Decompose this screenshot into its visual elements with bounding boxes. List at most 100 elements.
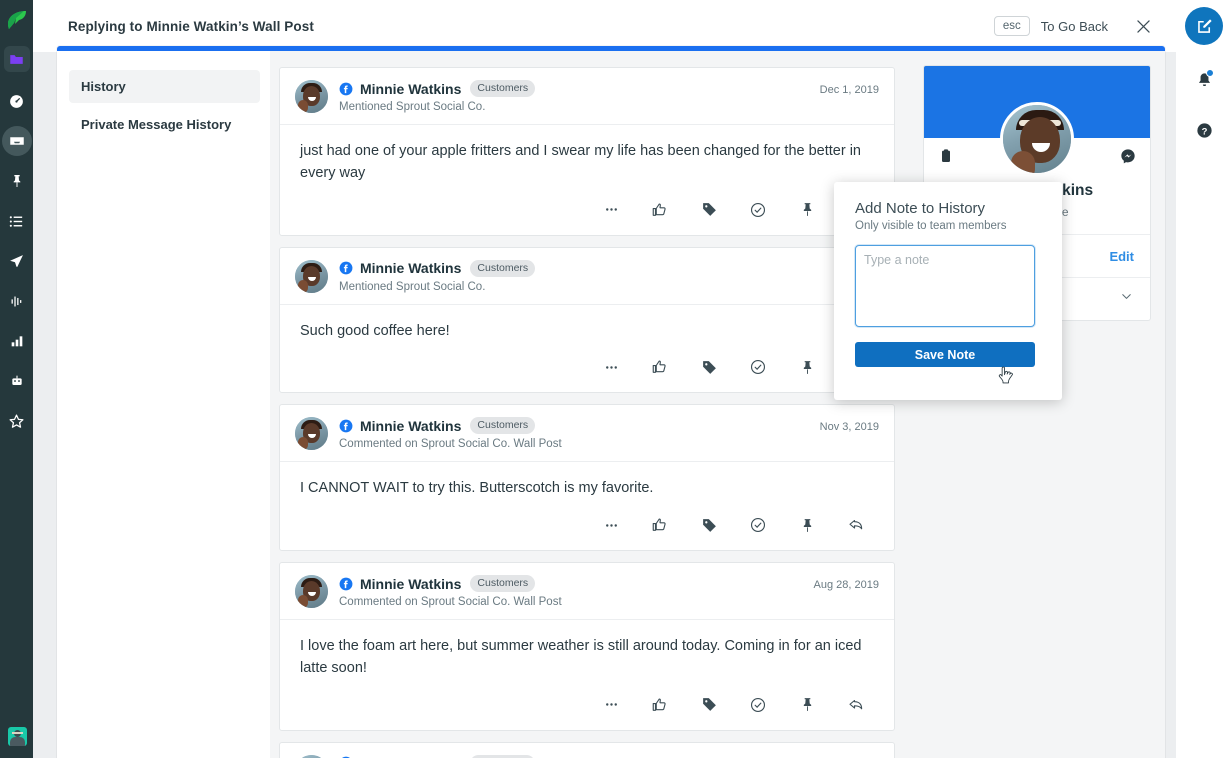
more-ellipsis-icon[interactable] — [591, 197, 631, 223]
status-badge: Customers — [470, 80, 536, 97]
compose-button[interactable] — [1185, 7, 1223, 45]
history-nav: History Private Message History — [57, 51, 270, 758]
post-action-bar — [280, 189, 894, 235]
post-subtitle: Commented on Sprout Social Co. Wall Post — [339, 438, 562, 451]
post-body: I love the foam art here, but summer wea… — [300, 638, 862, 676]
popover-subtitle: Only visible to team members — [855, 220, 1007, 232]
inbox-conversation-screen: Replying to Minnie Watkin’s Wall Post es… — [0, 0, 1232, 758]
post-author-name: Minnie Watkins — [360, 417, 462, 434]
thumbs-up-icon[interactable] — [640, 692, 680, 718]
thumbs-up-icon[interactable] — [640, 197, 680, 223]
note-input[interactable] — [855, 245, 1035, 327]
rail-item-bar-chart-icon[interactable] — [2, 326, 32, 356]
add-note-popover: Add Note to History Only visible to team… — [834, 182, 1062, 400]
facebook-icon — [339, 577, 353, 591]
thumbs-up-icon[interactable] — [640, 512, 680, 538]
post-header: Minnie Watkins Customers Commented on Sp… — [280, 405, 894, 463]
tag-icon[interactable] — [689, 512, 729, 538]
check-circle-icon[interactable] — [738, 197, 778, 223]
profile-icon-row — [924, 102, 1150, 178]
nav-item-label: Private Message History — [81, 117, 232, 132]
more-ellipsis-icon[interactable] — [591, 512, 631, 538]
post-author-name: Minnie Watkins — [360, 260, 462, 276]
profile-avatar — [1000, 102, 1074, 176]
rail-item-listening-pulse-icon[interactable] — [2, 286, 32, 316]
post-header: Minnie Watkins Customers Commented on Sp… — [280, 743, 894, 758]
status-badge: Customers — [470, 417, 536, 435]
rail-item-star-icon[interactable] — [2, 406, 32, 436]
pin-icon[interactable] — [787, 692, 827, 718]
chevron-down-icon[interactable] — [1119, 289, 1134, 309]
status-badge: Customers — [470, 754, 536, 758]
post-subtitle: Mentioned Sprout Social Co. — [339, 280, 486, 293]
header-actions: esc To Go Back — [993, 15, 1154, 37]
history-feed: Minnie Watkins Customers Mentioned Sprou… — [270, 51, 910, 758]
check-circle-icon[interactable] — [738, 512, 778, 538]
folder-icon[interactable] — [3, 46, 30, 72]
post-action-bar — [280, 504, 894, 550]
post-action-bar — [280, 684, 894, 730]
tag-icon[interactable] — [689, 354, 729, 380]
utility-rail: ? — [1176, 0, 1232, 758]
page-title: Replying to Minnie Watkin’s Wall Post — [68, 18, 314, 34]
post-date: Dec 1, 2019 — [819, 84, 879, 96]
post-date: Aug 28, 2019 — [813, 579, 879, 591]
post-header: Minnie Watkins Customers Commented on Sp… — [280, 563, 894, 620]
rail-item-inbox-icon[interactable] — [1, 126, 32, 156]
status-badge: Customers — [470, 575, 536, 592]
nav-item-history[interactable]: History — [69, 70, 260, 103]
post-author-name: Minnie Watkins — [360, 575, 462, 592]
check-circle-icon[interactable] — [738, 354, 778, 380]
facebook-icon — [339, 261, 353, 275]
thumbs-up-icon[interactable] — [640, 354, 680, 380]
rail-item-pin-icon[interactable] — [2, 166, 32, 196]
svg-text:?: ? — [1201, 126, 1207, 137]
notification-dot — [1206, 69, 1214, 77]
nav-item-private-message-history[interactable]: Private Message History — [69, 108, 260, 141]
more-ellipsis-icon[interactable] — [591, 692, 631, 718]
help-question-icon[interactable]: ? — [1189, 115, 1219, 145]
sprout-leaf-logo[interactable] — [5, 9, 29, 33]
clipboard-icon[interactable] — [938, 148, 954, 169]
tag-icon[interactable] — [689, 197, 729, 223]
facebook-icon — [339, 82, 353, 96]
reply-icon[interactable] — [836, 512, 876, 538]
post-header: Minnie Watkins Customers Mentioned Sprou… — [280, 68, 894, 125]
rail-item-dashboard-gauge-icon[interactable] — [2, 86, 32, 116]
tag-icon[interactable] — [689, 692, 729, 718]
rail-item-send-paper-plane-icon[interactable] — [2, 246, 32, 276]
current-user-avatar[interactable] — [8, 727, 27, 746]
pin-icon[interactable] — [787, 197, 827, 223]
reply-icon[interactable] — [836, 692, 876, 718]
check-circle-icon[interactable] — [738, 692, 778, 718]
facebook-icon — [339, 419, 353, 433]
pin-icon[interactable] — [787, 354, 827, 380]
history-post: Minnie Watkins Customers Mentioned Sprou… — [279, 67, 895, 236]
rail-item-list-icon[interactable] — [2, 206, 32, 236]
history-post: Minnie Watkins Customers Commented on Sp… — [279, 562, 895, 731]
conversation-header: Replying to Minnie Watkin’s Wall Post es… — [33, 0, 1176, 52]
rail-icon-list — [1, 86, 32, 446]
close-icon[interactable] — [1132, 15, 1154, 37]
edit-button[interactable]: Edit — [1109, 249, 1134, 264]
post-date: Nov 3, 2019 — [819, 421, 879, 434]
global-nav-rail — [0, 0, 33, 758]
esc-key-badge: esc — [993, 16, 1030, 36]
more-ellipsis-icon[interactable] — [591, 354, 631, 380]
popover-title: Add Note to History — [855, 200, 986, 217]
post-subtitle: Mentioned Sprout Social Co. — [339, 101, 486, 113]
notifications-bell-icon[interactable] — [1189, 65, 1219, 95]
rail-item-bot-icon[interactable] — [2, 366, 32, 396]
post-action-bar — [280, 346, 894, 392]
post-header: Minnie Watkins Customers Mentioned Sprou… — [280, 248, 894, 305]
messenger-icon[interactable] — [1120, 148, 1136, 169]
post-body: Such good coffee here! — [300, 322, 450, 339]
post-body: just had one of your apple fritters and … — [300, 143, 861, 181]
nav-item-label: History — [81, 79, 126, 94]
history-panel: History Private Message History Minnie W… — [57, 46, 1165, 758]
save-note-button[interactable]: Save Note — [855, 342, 1035, 367]
avatar — [295, 575, 328, 608]
avatar — [295, 417, 328, 451]
pin-icon[interactable] — [787, 512, 827, 538]
go-back-label: To Go Back — [1040, 18, 1108, 34]
